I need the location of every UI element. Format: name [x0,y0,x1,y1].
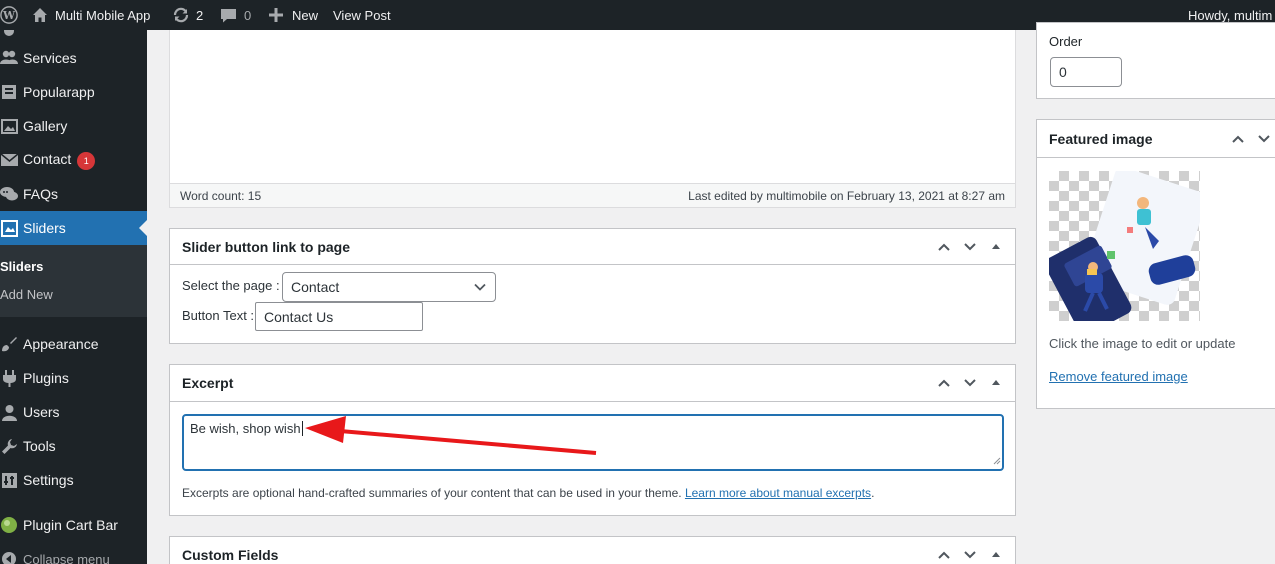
button-text-label: Button Text : [182,308,255,323]
admin-menu: Services Popularapp Gallery Contact 1 FAQ… [0,30,147,564]
cart-bar-icon [0,516,18,534]
resize-handle-icon[interactable] [993,453,1001,468]
select-page-label: Select the page : [182,278,280,293]
postbox-title: Excerpt [182,375,234,391]
wrench-icon [0,437,18,455]
updates-link[interactable]: 2 [172,0,203,30]
home-icon [32,7,48,23]
move-up-icon[interactable] [933,372,955,394]
order-input[interactable]: 0 [1050,57,1122,87]
collapse-icon [0,550,18,564]
gallery-icon [0,117,18,135]
contact-count-badge: 1 [77,151,96,170]
toggle-panel-icon[interactable] [985,236,1007,258]
site-name: Multi Mobile App [55,7,151,23]
menu-item-services[interactable]: Services [0,41,147,75]
featured-image-thumbnail[interactable] [1044,167,1207,336]
people-icon [0,49,18,67]
slides-icon [0,219,18,237]
menu-item-tools[interactable]: Tools [0,429,147,463]
postbox-header: Custom Fields [170,537,1015,564]
toggle-panel-icon[interactable] [985,544,1007,564]
menu-item-users[interactable]: Users [0,395,147,429]
slider-link-postbox: Slider button link to page Select the pa… [169,228,1016,344]
new-label: New [292,7,319,23]
comments-link[interactable]: 0 [220,0,251,30]
new-content-link[interactable]: New [269,0,318,30]
featured-image-postbox: Featured image Click the image to edit o… [1036,119,1275,409]
menu-label-contact: Contact [23,150,72,167]
plus-icon [269,8,283,22]
menu-item-sliders[interactable]: Sliders [0,211,147,245]
app-illustration-icon [1044,167,1207,336]
excerpt-help-text: Excerpts are optional hand-crafted summa… [182,486,682,500]
submenu-add-new[interactable]: Add New [0,287,53,302]
menu-item-faqs[interactable]: FAQs [0,177,147,211]
comment-icon [220,7,237,24]
postbox-header: Slider button link to page [170,229,1015,265]
updates-count: 2 [196,7,204,23]
button-text-input[interactable]: Contact Us [255,302,423,331]
postbox-title: Featured image [1049,130,1153,147]
menu-item-popularapp[interactable]: Popularapp [0,75,147,109]
wordpress-icon: W [0,6,18,24]
menu-item-gallery[interactable]: Gallery [0,109,147,143]
move-down-icon[interactable] [959,236,981,258]
move-down-icon[interactable] [959,372,981,394]
pin-icon [0,30,18,40]
svg-text:W: W [2,9,16,22]
wordpress-logo-link[interactable]: W [0,0,18,30]
menu-item-settings[interactable]: Settings [0,463,147,497]
custom-fields-postbox: Custom Fields [169,536,1016,564]
menu-item-plugins[interactable]: Plugins [0,361,147,395]
collapse-menu-button[interactable]: Collapse menu [0,542,147,564]
editor-status-bar: Word count: 15 Last edited by multimobil… [170,183,1015,207]
move-down-icon[interactable] [959,544,981,564]
move-up-icon[interactable] [933,236,955,258]
attributes-postbox: Order 0 [1036,22,1275,99]
button-text-value: Contact Us [264,308,334,325]
menu-item-contact[interactable]: Contact 1 [0,143,147,177]
email-icon [0,151,18,169]
move-down-icon[interactable] [1253,128,1275,150]
annotation-arrow-icon [305,416,597,455]
order-label: Order [1049,34,1083,49]
content-editor[interactable]: Word count: 15 Last edited by multimobil… [169,30,1016,208]
view-post-link[interactable]: View Post [333,0,391,30]
postbox-header: Excerpt [170,365,1015,402]
postbox-title: Custom Fields [182,546,279,563]
submenu-all-sliders[interactable]: Sliders [0,259,43,274]
order-value: 0 [1059,64,1067,80]
chat-icon [0,185,18,203]
menu-item-appearance[interactable]: Appearance [0,327,147,361]
site-name-link[interactable]: Multi Mobile App [32,0,150,30]
featured-image-hint: Click the image to edit or update [1049,336,1236,351]
excerpt-help: Excerpts are optional hand-crafted summa… [182,486,874,500]
sliders-submenu: Sliders Add New [0,245,147,317]
admin-post-icon [0,83,18,101]
users-icon [0,403,18,421]
excerpt-help-end: . [871,486,875,500]
page-select[interactable]: Contact [282,272,496,302]
postbox-header: Featured image [1037,120,1275,158]
toggle-panel-icon[interactable] [985,372,1007,394]
learn-more-excerpts-link[interactable]: Learn more about manual excerpts [685,486,871,500]
remove-featured-image-link[interactable]: Remove featured image [1049,369,1188,384]
plugin-icon [0,369,18,387]
word-count: Word count: 15 [180,189,262,203]
page-select-value: Contact [291,279,340,295]
move-up-icon[interactable] [1227,128,1249,150]
excerpt-text: Be wish, shop wish [190,421,303,436]
chevron-down-icon [473,280,487,297]
last-edited: Last edited by multimobile on February 1… [688,189,1005,203]
brush-icon [0,335,18,353]
menu-item-hidden[interactable] [0,30,147,40]
comments-count: 0 [244,7,252,23]
postbox-title: Slider button link to page [182,238,350,255]
menu-item-plugin-cart-bar[interactable]: Plugin Cart Bar [0,508,147,542]
updates-icon [172,6,190,24]
move-up-icon[interactable] [933,544,955,564]
settings-icon [0,471,18,489]
